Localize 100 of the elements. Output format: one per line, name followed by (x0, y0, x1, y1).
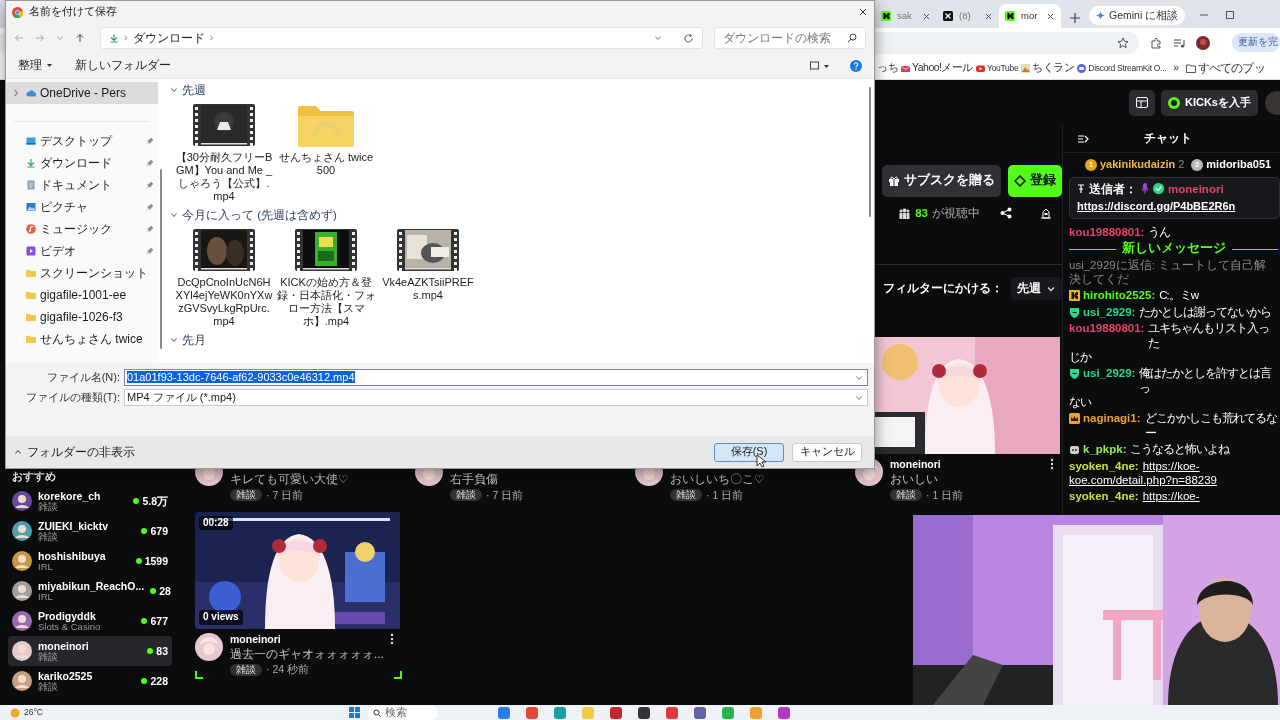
media-icon[interactable] (1173, 36, 1185, 49)
chevron-down-icon[interactable] (654, 34, 662, 42)
channel-item[interactable]: moneinori 雑談 83 (8, 636, 172, 667)
nav-item[interactable]: せんちょさん twice (6, 328, 158, 350)
update-button[interactable]: 更新を完 (1232, 33, 1280, 52)
channel-name[interactable]: moneinori (890, 457, 941, 470)
file-item[interactable]: せんちょさん twice500 (276, 104, 376, 203)
filetype-dropdown[interactable]: MP4 ファイル (*.mp4) (124, 389, 868, 406)
kicks-button[interactable]: KICKsを入手 (1161, 89, 1258, 116)
video-title[interactable]: 過去一のギャオォォォォォ... (230, 647, 402, 662)
bookmark[interactable]: Discord StreamKit O... (1077, 62, 1167, 74)
username[interactable]: syoken_4ne: (1069, 489, 1139, 504)
category-tag[interactable]: 雑談 (890, 488, 922, 502)
username[interactable]: usi_2929: (1083, 304, 1136, 320)
scrollbar[interactable] (869, 87, 871, 217)
username[interactable]: k_pkpk: (1083, 442, 1127, 457)
search-field[interactable]: 検索 (368, 705, 438, 720)
channel-item[interactable]: hoshishibuya IRL 1599 (8, 546, 172, 577)
channel-item[interactable]: Prodigyddk Slots & Casino 677 (8, 606, 172, 637)
group-header[interactable]: 先週 (170, 82, 868, 98)
extension-icon[interactable] (1150, 36, 1162, 49)
bookmarks-folder[interactable]: すべてのブッ (1185, 60, 1265, 76)
cancel-button[interactable]: キャンセル (792, 442, 862, 462)
nav-item[interactable]: スクリーンショット (6, 262, 158, 284)
nav-item[interactable]: gigafile-1026-f3 (6, 306, 158, 328)
filename-field[interactable]: 01a01f93-13dc-7646-af62-9033c0e46312.mp4 (124, 369, 868, 386)
close-icon[interactable] (984, 11, 993, 21)
bookmark[interactable]: っち (877, 61, 898, 75)
more-icon[interactable] (390, 632, 394, 645)
category-tag[interactable]: 雑談 (230, 488, 262, 502)
nav-item[interactable]: デスクトップ (6, 130, 158, 152)
search-icon[interactable] (847, 33, 857, 43)
gemini-button[interactable]: Gemini に相談 (1089, 5, 1186, 25)
nav-item[interactable]: ドキュメント (6, 174, 158, 196)
leader-name[interactable]: yakinikudaizin (1100, 158, 1176, 172)
nav-item[interactable]: ダウンロード (6, 152, 158, 174)
app-icon[interactable] (610, 706, 622, 719)
nav-item[interactable]: gigafile-1001-ee (6, 284, 158, 306)
close-icon[interactable] (1046, 11, 1055, 21)
maximize-icon[interactable] (1225, 10, 1236, 20)
search-field[interactable]: ダウンロードの検索 (714, 27, 866, 49)
more-icon[interactable] (1050, 457, 1054, 470)
chevron-icon[interactable] (170, 86, 178, 94)
filter-dropdown[interactable]: 先週 (1011, 277, 1062, 300)
username[interactable]: moneinori (1168, 181, 1224, 197)
category-tag[interactable]: 雑談 (670, 488, 702, 502)
nav-item[interactable]: ピクチャ (6, 196, 158, 218)
chevron-down-icon[interactable] (855, 393, 863, 402)
pinned-link[interactable]: https://discord.gg/P4bBE2R6n (1077, 200, 1236, 213)
close-icon[interactable] (858, 7, 868, 17)
more-bookmarks-button[interactable]: » (1173, 61, 1179, 75)
channel-name[interactable]: moneinori (230, 632, 281, 645)
username[interactable]: hirohito2525: (1083, 288, 1156, 303)
video-title[interactable]: 右手負傷 (450, 472, 622, 487)
chevron-icon[interactable] (170, 335, 178, 344)
username[interactable]: syoken_4ne: (1069, 458, 1139, 473)
browser-tab[interactable]: mor (999, 4, 1061, 28)
file-item[interactable]: DcQpCnoInUcN6HXYl4ejYeWK0nYXwzGVSvyLkgRpUrc.mp4 (174, 228, 274, 328)
up-arrow-icon[interactable] (75, 33, 85, 43)
bookmark[interactable]: ちくラン (1021, 61, 1075, 75)
username[interactable]: usi_2929: (1083, 366, 1136, 381)
collapse-icon[interactable] (1077, 133, 1089, 144)
nav-item[interactable]: ミュージック (6, 218, 158, 240)
hide-folders-button[interactable]: フォルダーの非表示 (14, 444, 135, 460)
video-title[interactable]: おいしい (890, 472, 1062, 487)
browser-tab[interactable]: (8) (937, 4, 999, 28)
star-icon[interactable] (1117, 36, 1129, 49)
category-tag[interactable]: 雑談 (450, 488, 482, 502)
bookmark[interactable]: Yahoo!メール (901, 61, 973, 75)
video-title[interactable]: おいしいち〇こ♡ (670, 472, 842, 487)
plus-icon[interactable] (1069, 12, 1081, 24)
panel-button[interactable] (1129, 89, 1155, 116)
save-button[interactable]: 保存(S) (714, 442, 784, 462)
share-icon[interactable] (1000, 207, 1012, 220)
channel-item[interactable]: miyabikun_ReachO... IRL 28 (8, 576, 172, 607)
username[interactable]: kou19880801: (1069, 224, 1145, 240)
bookmark[interactable]: YouTube (976, 62, 1019, 74)
message-link[interactable]: https://koe- (1142, 489, 1278, 504)
view-icon[interactable] (810, 60, 830, 71)
leader-name[interactable]: midoriba051 (1206, 158, 1272, 172)
channel-item[interactable]: kariko2525 雑談 228 (8, 666, 172, 697)
help-icon[interactable] (850, 59, 862, 72)
file-item[interactable]: 【30分耐久フリーBGM】You and Me _しゃろう【公式】.mp4 (174, 104, 274, 203)
nav-item[interactable]: OneDrive - Pers (6, 82, 158, 104)
path-segment[interactable]: ダウンロード (132, 30, 205, 46)
toolbar-button[interactable]: 整理 (18, 58, 53, 73)
toolbar-button[interactable]: 新しいフォルダー (75, 58, 171, 73)
app-icon[interactable] (694, 706, 706, 719)
start-icon[interactable] (349, 707, 360, 718)
avatar-icon[interactable] (1196, 35, 1210, 50)
chevron-down-icon[interactable] (855, 373, 863, 382)
browser-tab[interactable]: sak (875, 4, 937, 28)
category-tag[interactable]: 雑談 (230, 663, 262, 677)
video-title[interactable]: キレても可愛い大使♡ (230, 472, 402, 487)
close-icon[interactable] (922, 11, 931, 21)
tower-icon[interactable] (1040, 207, 1052, 220)
scrollbar[interactable] (160, 169, 162, 349)
gift-button[interactable]: サブスクを贈る (882, 165, 1001, 197)
group-header[interactable]: 先月 (170, 331, 868, 348)
username[interactable]: kou19880801: (1069, 321, 1145, 336)
